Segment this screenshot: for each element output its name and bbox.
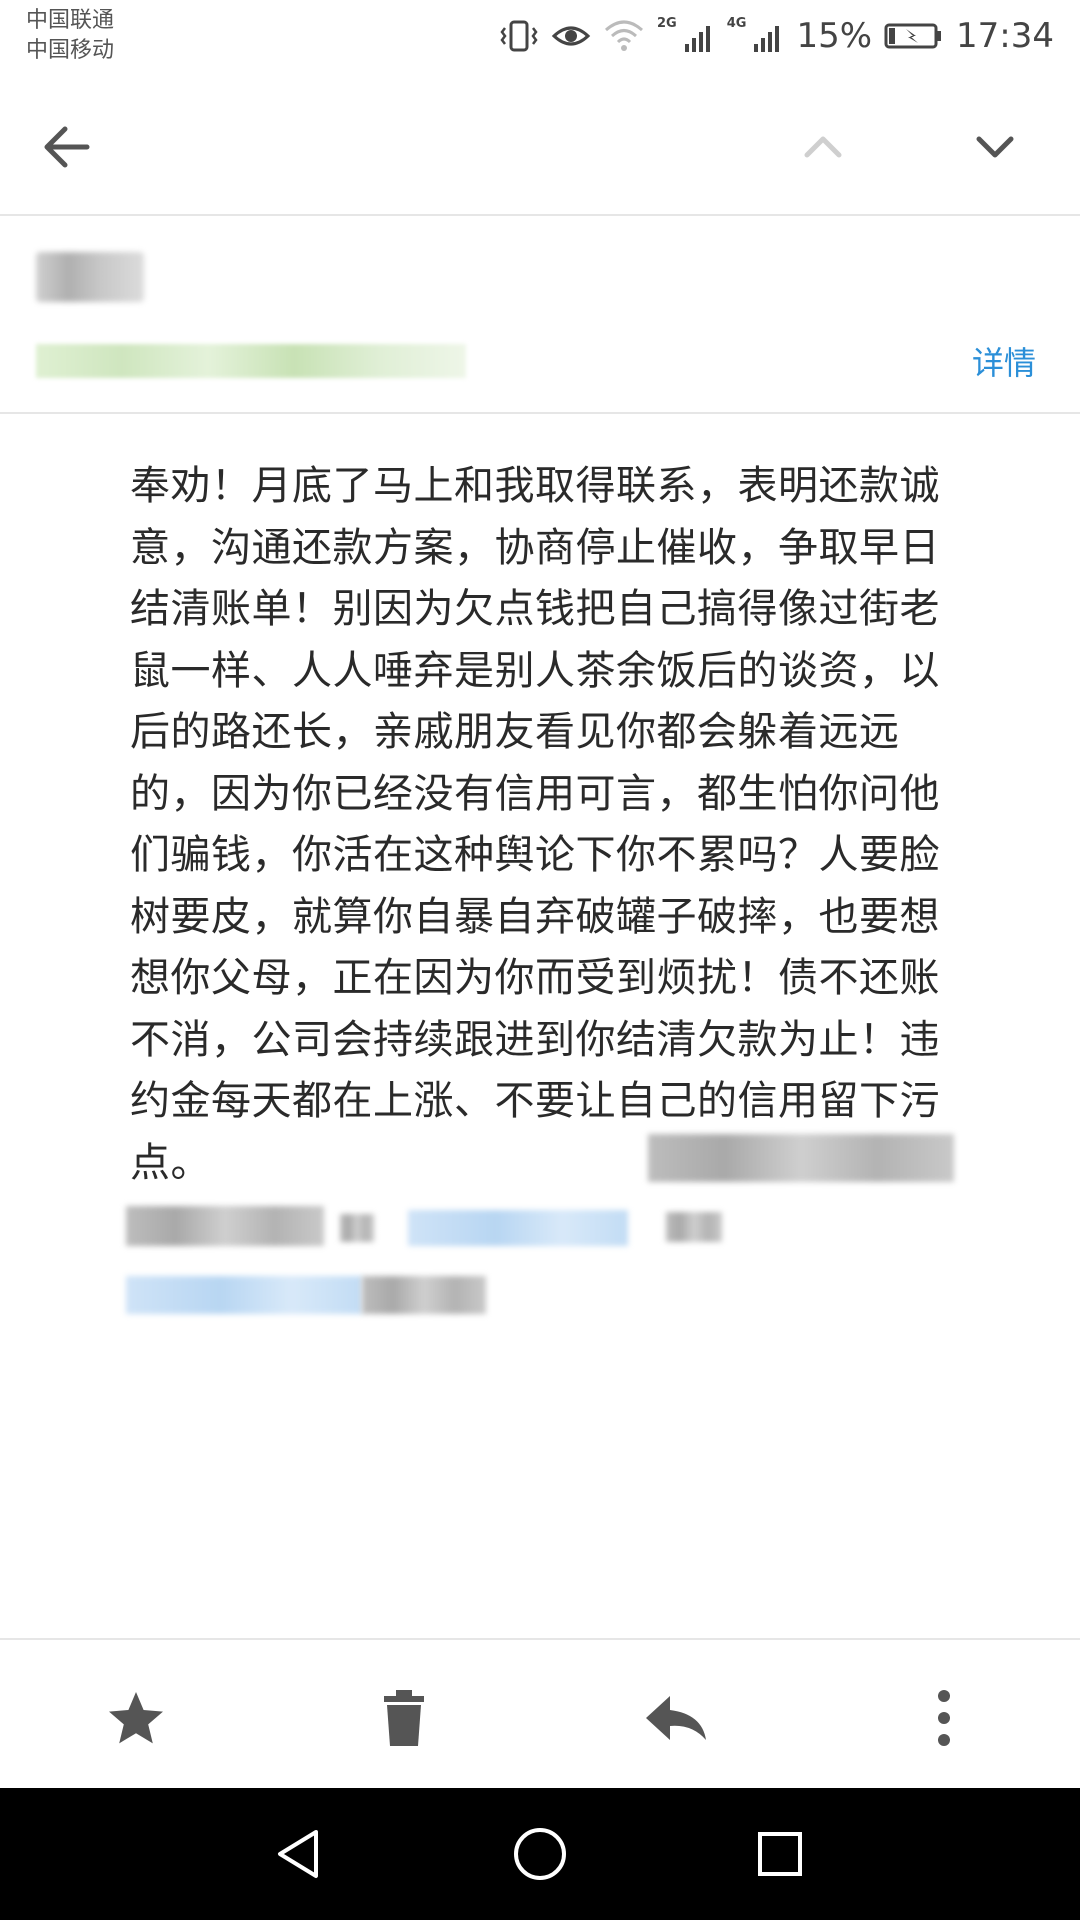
wifi-icon xyxy=(603,16,645,56)
star-button[interactable] xyxy=(96,1678,176,1758)
vibrate-icon xyxy=(499,16,539,56)
battery-percent: 15% xyxy=(796,16,873,56)
triangle-back-icon xyxy=(278,1830,318,1878)
sender-name-redacted xyxy=(36,252,144,302)
delete-button[interactable] xyxy=(364,1678,444,1758)
circle-home-icon xyxy=(514,1828,566,1880)
redacted-text xyxy=(648,1134,954,1182)
message-body: 奉劝！月底了马上和我取得联系，表明还款诚意，沟通还款方案，协商停止催收，争取早日… xyxy=(130,463,940,1186)
status-bar: 中国联通 中国移动 2G 4G 15% 17:34 xyxy=(0,0,1080,80)
redacted-link xyxy=(126,1276,362,1314)
reply-icon xyxy=(646,1696,706,1740)
arrow-left-icon xyxy=(44,126,90,168)
chevron-up-icon xyxy=(804,136,842,158)
previous-message-button[interactable] xyxy=(786,110,860,184)
system-home-button[interactable] xyxy=(504,1818,576,1890)
signal-4g-icon xyxy=(752,16,784,56)
redacted-link xyxy=(408,1210,628,1246)
battery-charging-icon xyxy=(884,16,944,56)
toolbar xyxy=(0,80,1080,216)
status-icons: 2G 4G 15% 17:34 xyxy=(499,14,1054,58)
carrier-info: 中国联通 中国移动 xyxy=(26,6,114,66)
trash-icon xyxy=(384,1690,424,1746)
details-link[interactable]: 详情 xyxy=(972,338,1036,384)
redacted-text xyxy=(126,1206,324,1246)
system-back-button[interactable] xyxy=(264,1818,336,1890)
carrier-2: 中国移动 xyxy=(26,38,115,63)
more-options-button[interactable] xyxy=(904,1678,984,1758)
message-action-bar xyxy=(0,1638,1080,1790)
signal-2g-icon xyxy=(683,16,715,56)
net-2g-label: 2G xyxy=(657,16,677,31)
star-icon xyxy=(109,1692,163,1744)
system-navigation-bar xyxy=(0,1788,1080,1920)
system-recents-button[interactable] xyxy=(744,1818,816,1890)
next-message-button[interactable] xyxy=(958,110,1032,184)
square-recents-icon xyxy=(758,1832,802,1876)
back-button[interactable] xyxy=(30,110,104,184)
redacted-text xyxy=(362,1276,486,1314)
sender-address-redacted xyxy=(36,344,466,378)
clock: 17:34 xyxy=(956,16,1054,56)
reply-button[interactable] xyxy=(636,1678,716,1758)
sender-header: 详情 xyxy=(0,216,1080,414)
carrier-1: 中国联通 xyxy=(26,8,115,33)
net-4g-label: 4G xyxy=(726,16,747,31)
eye-comfort-icon xyxy=(551,16,591,56)
chevron-down-icon xyxy=(976,136,1014,158)
more-vertical-icon xyxy=(938,1690,950,1746)
redacted-text xyxy=(340,1214,374,1242)
redacted-text xyxy=(666,1212,722,1242)
